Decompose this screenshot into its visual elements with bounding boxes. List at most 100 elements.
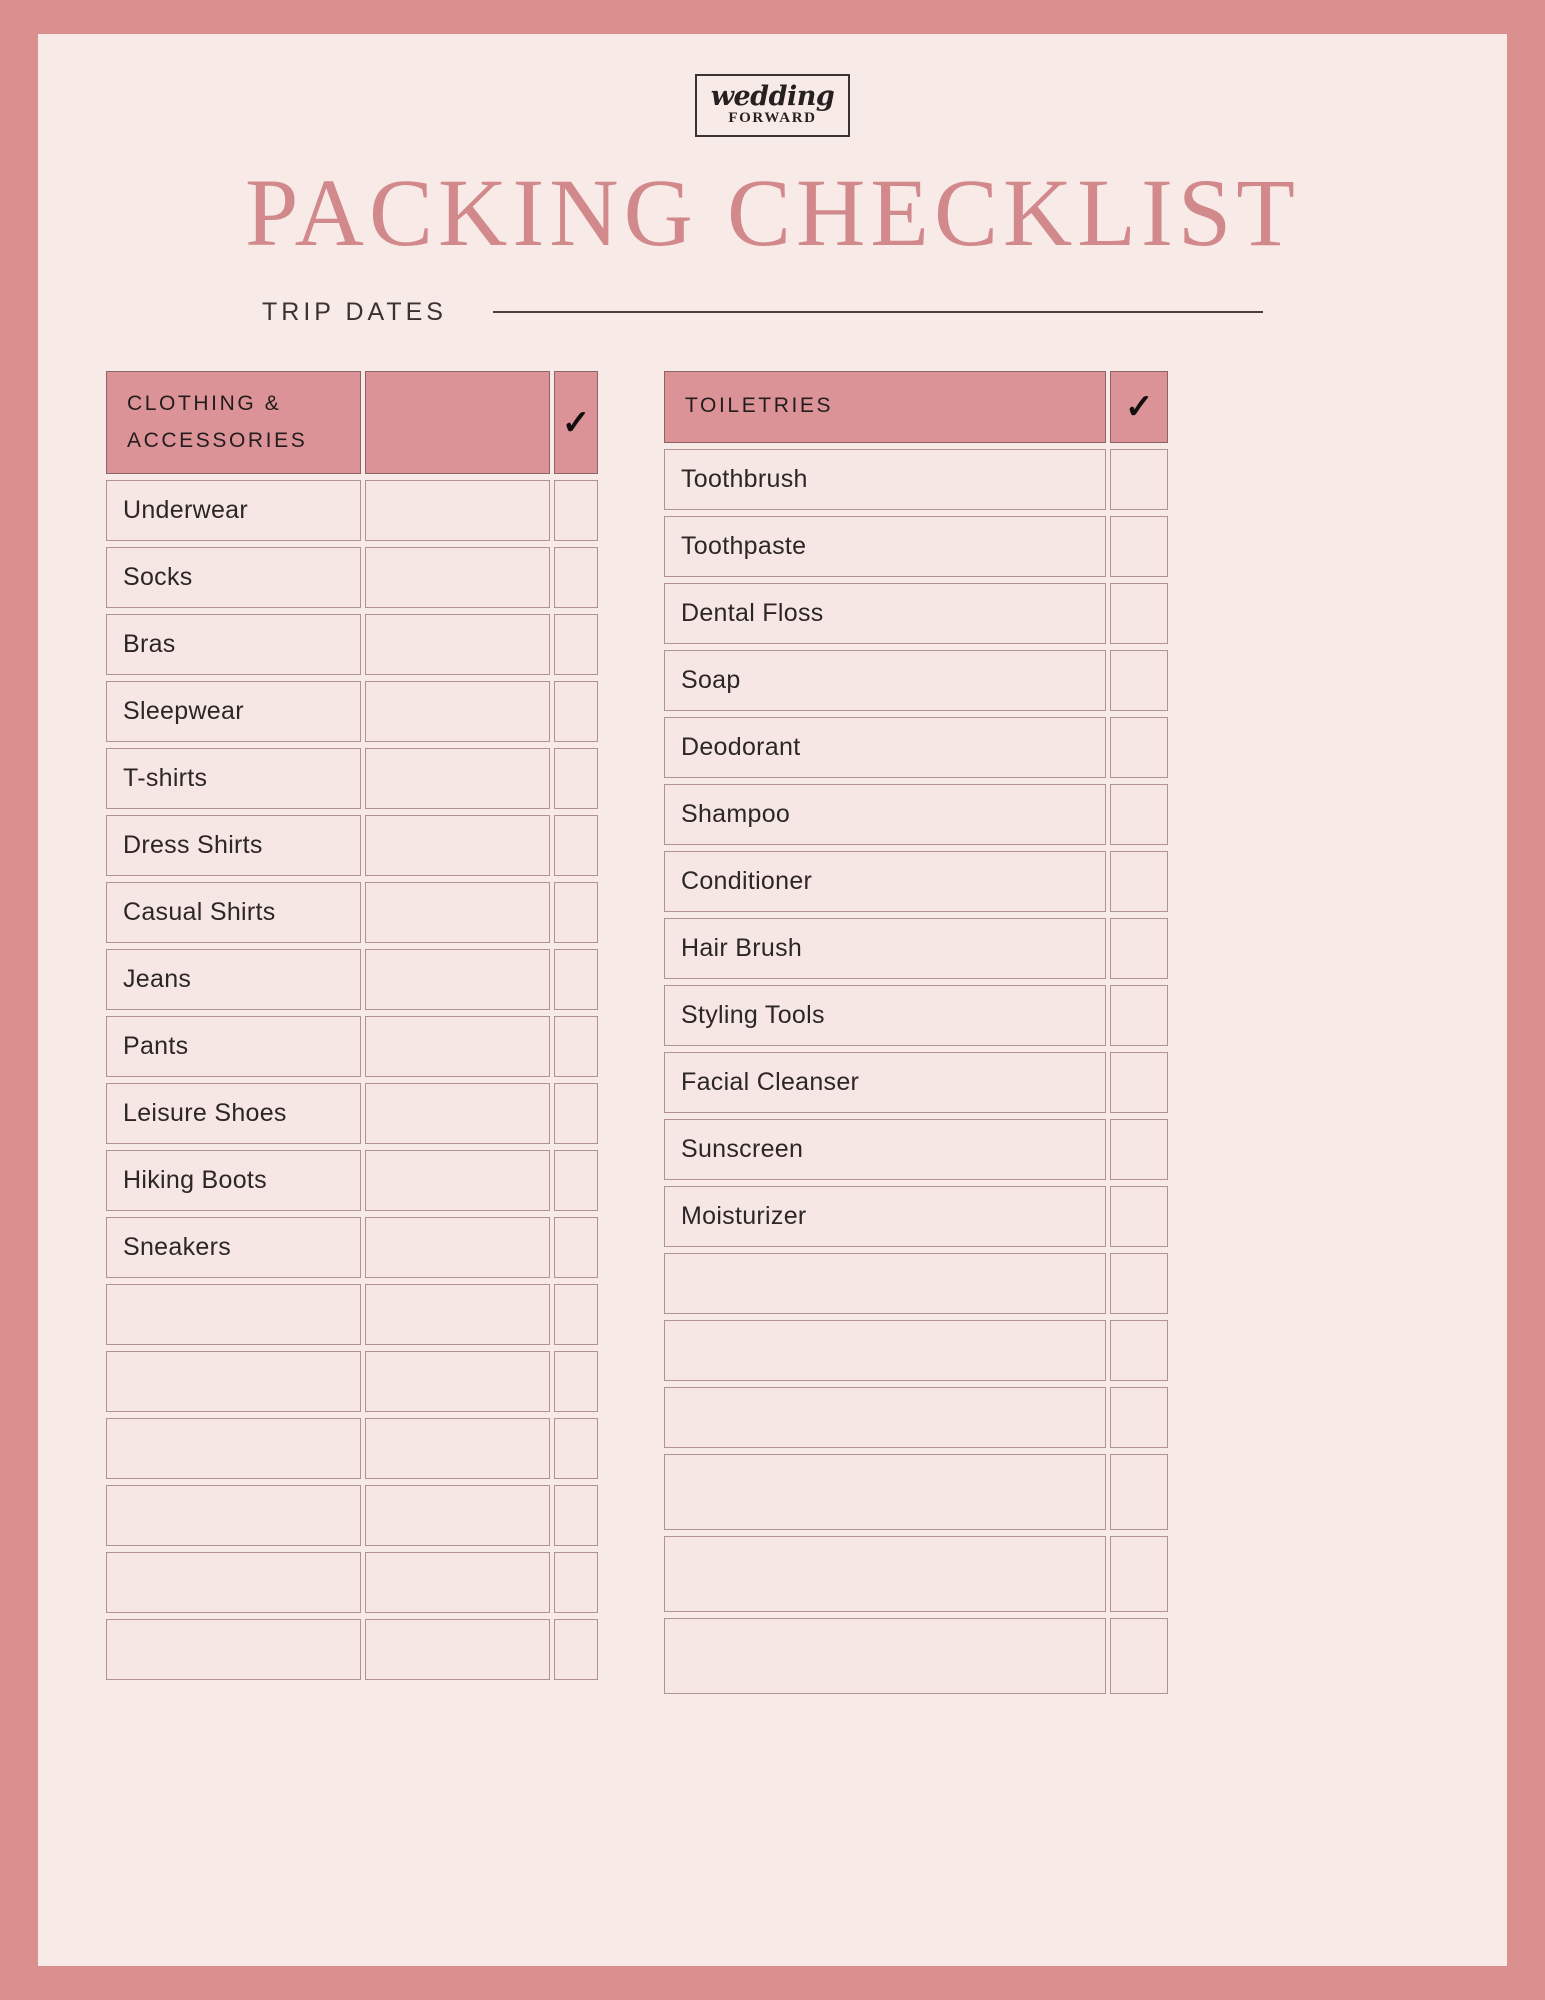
item-checkbox-cell[interactable] bbox=[1110, 1051, 1168, 1113]
item-label-cell[interactable]: Sneakers bbox=[106, 1217, 362, 1279]
table-row: Shampoo bbox=[664, 783, 1168, 845]
item-label-cell[interactable] bbox=[664, 1535, 1107, 1612]
item-label-cell[interactable]: Pants bbox=[106, 1016, 362, 1078]
item-label-cell[interactable]: Toothpaste bbox=[664, 515, 1107, 577]
item-note-cell[interactable] bbox=[365, 1485, 551, 1547]
item-label-cell[interactable]: Casual Shirts bbox=[106, 882, 362, 944]
item-label-cell[interactable] bbox=[106, 1619, 362, 1681]
item-label-cell[interactable]: Deodorant bbox=[664, 716, 1107, 778]
item-note-cell[interactable] bbox=[365, 949, 551, 1011]
item-checkbox-cell[interactable] bbox=[1110, 1617, 1168, 1694]
table-row: Toothbrush bbox=[664, 448, 1168, 510]
table-header-row: CLOTHING & ACCESSORIES ✓ bbox=[106, 370, 598, 475]
item-note-cell[interactable] bbox=[365, 1150, 551, 1212]
item-checkbox-cell[interactable] bbox=[1110, 1535, 1168, 1612]
item-checkbox-cell[interactable] bbox=[1110, 917, 1168, 979]
item-checkbox-cell[interactable] bbox=[554, 1217, 598, 1279]
item-checkbox-cell[interactable] bbox=[554, 1150, 598, 1212]
item-label-cell[interactable]: Moisturizer bbox=[664, 1185, 1107, 1247]
item-label-cell[interactable]: Hiking Boots bbox=[106, 1150, 362, 1212]
item-checkbox-cell[interactable] bbox=[554, 547, 598, 609]
trip-dates-write-in-line[interactable] bbox=[492, 311, 1263, 314]
item-label-cell[interactable]: Toothbrush bbox=[664, 448, 1107, 510]
item-label-cell[interactable] bbox=[106, 1485, 362, 1547]
item-note-cell[interactable] bbox=[365, 1619, 551, 1681]
item-note-cell[interactable] bbox=[365, 882, 551, 944]
table-row bbox=[664, 1617, 1168, 1694]
item-checkbox-cell[interactable] bbox=[554, 1284, 598, 1346]
item-checkbox-cell[interactable] bbox=[1110, 1453, 1168, 1530]
item-note-cell[interactable] bbox=[365, 480, 551, 542]
item-checkbox-cell[interactable] bbox=[554, 1351, 598, 1413]
item-note-cell[interactable] bbox=[365, 748, 551, 810]
item-checkbox-cell[interactable] bbox=[554, 882, 598, 944]
item-checkbox-cell[interactable] bbox=[1110, 1252, 1168, 1314]
item-checkbox-cell[interactable] bbox=[1110, 1185, 1168, 1247]
item-label-cell[interactable] bbox=[106, 1284, 362, 1346]
item-label-cell[interactable] bbox=[664, 1617, 1107, 1694]
item-note-cell[interactable] bbox=[365, 1351, 551, 1413]
item-label-cell[interactable] bbox=[664, 1319, 1107, 1381]
item-label-cell[interactable] bbox=[106, 1351, 362, 1413]
item-note-cell[interactable] bbox=[365, 1552, 551, 1614]
item-label-cell[interactable]: Hair Brush bbox=[664, 917, 1107, 979]
item-note-cell[interactable] bbox=[365, 1284, 551, 1346]
logo-subtitle-text: FORWARD bbox=[728, 110, 817, 126]
item-label-cell[interactable]: T-shirts bbox=[106, 748, 362, 810]
item-label-cell[interactable] bbox=[664, 1453, 1107, 1530]
item-note-cell[interactable] bbox=[365, 614, 551, 676]
item-note-cell[interactable] bbox=[365, 1418, 551, 1480]
item-checkbox-cell[interactable] bbox=[554, 815, 598, 877]
item-note-cell[interactable] bbox=[365, 1083, 551, 1145]
item-label-cell[interactable] bbox=[664, 1252, 1107, 1314]
item-label-cell[interactable]: Sunscreen bbox=[664, 1118, 1107, 1180]
item-label-cell[interactable]: Styling Tools bbox=[664, 984, 1107, 1046]
item-checkbox-cell[interactable] bbox=[1110, 1319, 1168, 1381]
item-checkbox-cell[interactable] bbox=[554, 1016, 598, 1078]
item-checkbox-cell[interactable] bbox=[1110, 1386, 1168, 1448]
item-note-cell[interactable] bbox=[365, 1217, 551, 1279]
item-checkbox-cell[interactable] bbox=[1110, 783, 1168, 845]
item-label-cell[interactable]: Underwear bbox=[106, 480, 362, 542]
item-label-cell[interactable]: Leisure Shoes bbox=[106, 1083, 362, 1145]
item-note-cell[interactable] bbox=[365, 1016, 551, 1078]
item-checkbox-cell[interactable] bbox=[554, 681, 598, 743]
item-checkbox-cell[interactable] bbox=[554, 748, 598, 810]
item-label-cell[interactable]: Socks bbox=[106, 547, 362, 609]
item-note-cell[interactable] bbox=[365, 681, 551, 743]
item-label-cell[interactable]: Shampoo bbox=[664, 783, 1107, 845]
item-checkbox-cell[interactable] bbox=[554, 949, 598, 1011]
item-checkbox-cell[interactable] bbox=[554, 614, 598, 676]
item-label-cell[interactable]: Conditioner bbox=[664, 850, 1107, 912]
item-checkbox-cell[interactable] bbox=[554, 1619, 598, 1681]
item-note-cell[interactable] bbox=[365, 815, 551, 877]
item-label-cell[interactable]: Dress Shirts bbox=[106, 815, 362, 877]
item-checkbox-cell[interactable] bbox=[554, 1485, 598, 1547]
item-checkbox-cell[interactable] bbox=[554, 1552, 598, 1614]
item-checkbox-cell[interactable] bbox=[1110, 448, 1168, 510]
item-checkbox-cell[interactable] bbox=[1110, 1118, 1168, 1180]
item-label-cell[interactable]: Soap bbox=[664, 649, 1107, 711]
item-label-cell[interactable] bbox=[106, 1418, 362, 1480]
item-label-cell[interactable] bbox=[106, 1552, 362, 1614]
item-note-cell[interactable] bbox=[365, 547, 551, 609]
page-title: PACKING CHECKLIST bbox=[245, 159, 1300, 266]
item-label-cell[interactable]: Jeans bbox=[106, 949, 362, 1011]
item-checkbox-cell[interactable] bbox=[554, 480, 598, 542]
item-checkbox-cell[interactable] bbox=[554, 1083, 598, 1145]
item-checkbox-cell[interactable] bbox=[1110, 850, 1168, 912]
clothing-accessories-table: CLOTHING & ACCESSORIES ✓ Underwear Socks B… bbox=[102, 365, 602, 1687]
item-label-cell[interactable]: Dental Floss bbox=[664, 582, 1107, 644]
item-checkbox-cell[interactable] bbox=[1110, 649, 1168, 711]
item-checkbox-cell[interactable] bbox=[554, 1418, 598, 1480]
item-checkbox-cell[interactable] bbox=[1110, 582, 1168, 644]
item-label-cell[interactable]: Bras bbox=[106, 614, 362, 676]
item-checkbox-cell[interactable] bbox=[1110, 515, 1168, 577]
item-checkbox-cell[interactable] bbox=[1110, 716, 1168, 778]
table-row bbox=[664, 1453, 1168, 1530]
item-checkbox-cell[interactable] bbox=[1110, 984, 1168, 1046]
item-label-cell[interactable]: Facial Cleanser bbox=[664, 1051, 1107, 1113]
item-label-cell[interactable] bbox=[664, 1386, 1107, 1448]
item-label-cell[interactable]: Sleepwear bbox=[106, 681, 362, 743]
table-row bbox=[664, 1252, 1168, 1314]
